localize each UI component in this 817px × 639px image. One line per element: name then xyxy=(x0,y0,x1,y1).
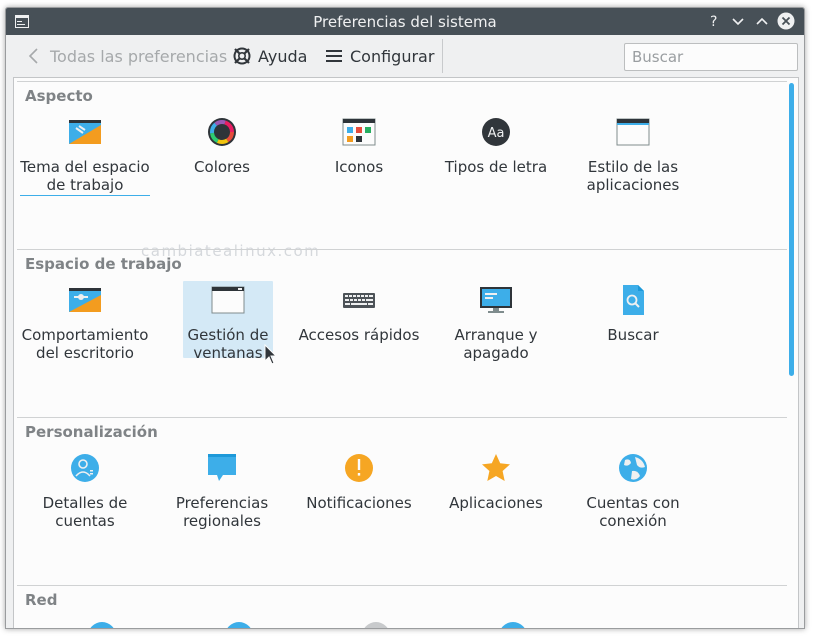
settings-item-label: Estilo de las aplicaciones xyxy=(586,158,680,194)
colors-icon xyxy=(208,118,236,146)
online-accounts-icon xyxy=(619,454,647,482)
close-icon[interactable] xyxy=(777,12,795,30)
settings-item-label: Aplicaciones xyxy=(449,494,543,512)
window-title: Preferencias del sistema xyxy=(313,13,497,31)
applications-star-icon xyxy=(482,454,510,481)
settings-item-label: Tema del espacio de trabajo xyxy=(20,158,150,196)
icons-icon xyxy=(342,118,376,146)
search-settings-icon xyxy=(623,285,644,315)
svg-text:?: ? xyxy=(710,14,717,30)
settings-categories-view[interactable]: cambiatealinux.com Aspecto Tema del espa… xyxy=(13,77,799,629)
settings-item-applications[interactable]: Aplicaciones xyxy=(428,451,564,512)
settings-item-label: Comportamiento del escritorio xyxy=(21,326,149,362)
settings-item-label: Detalles de cuentas xyxy=(42,494,128,530)
help-button[interactable]: Ayuda xyxy=(232,45,307,67)
search-input[interactable] xyxy=(624,43,798,71)
settings-item-search[interactable]: Buscar xyxy=(565,283,701,344)
svg-text:Aa: Aa xyxy=(488,126,505,141)
network-item-icon[interactable] xyxy=(359,619,393,629)
keyboard-shortcuts-icon xyxy=(343,293,375,308)
back-button-label: Todas las preferencias xyxy=(50,46,228,66)
window-management-icon xyxy=(211,286,245,314)
settings-item-label: Cuentas con conexión xyxy=(586,494,680,530)
settings-item-startup-shutdown[interactable]: Arranque y apagado xyxy=(428,283,564,362)
network-item-icon[interactable] xyxy=(85,619,119,629)
toolbar: Todas las preferencias Ayuda Configurar xyxy=(6,35,804,77)
system-settings-window: Preferencias del sistema ? Todas las pre… xyxy=(5,7,805,629)
help-button-label: Ayuda xyxy=(258,46,308,66)
settings-item-regional-settings[interactable]: Preferencias regionales xyxy=(154,451,290,530)
application-style-icon xyxy=(616,118,650,146)
settings-item-online-accounts[interactable]: Cuentas con conexión xyxy=(565,451,701,530)
minimize-icon[interactable] xyxy=(729,12,747,30)
vertical-scrollbar[interactable] xyxy=(784,78,798,628)
notifications-icon xyxy=(345,454,373,482)
back-button[interactable]: Todas las preferencias xyxy=(24,45,227,67)
hamburger-menu-icon xyxy=(326,50,342,62)
section-title: Personalización xyxy=(25,423,158,441)
settings-item-notifications[interactable]: Notificaciones xyxy=(291,451,427,512)
section-title: Aspecto xyxy=(25,87,93,105)
desktop-behavior-icon xyxy=(69,288,101,312)
section-aspecto: Aspecto Tema del espacio de trabajo Colo… xyxy=(17,81,787,248)
settings-item-desktop-behavior[interactable]: Comportamiento del escritorio xyxy=(17,283,153,362)
settings-item-label: Arranque y apagado xyxy=(454,326,538,362)
settings-item-colors[interactable]: Colores xyxy=(154,115,290,176)
settings-item-workspace-theme[interactable]: Tema del espacio de trabajo xyxy=(17,115,153,196)
startup-shutdown-icon xyxy=(480,287,512,313)
settings-item-window-management[interactable]: Gestión de ventanas xyxy=(183,281,273,362)
mouse-cursor-icon xyxy=(264,344,278,365)
settings-item-label: Colores xyxy=(194,158,250,176)
settings-item-fonts[interactable]: Aa Tipos de letra xyxy=(428,115,564,176)
toolbar-separator xyxy=(442,39,443,73)
network-item-icon[interactable] xyxy=(222,619,256,629)
configure-button[interactable]: Configurar xyxy=(324,45,434,67)
network-item-icon[interactable] xyxy=(496,619,530,629)
regional-settings-icon xyxy=(208,454,236,481)
settings-item-label: Iconos xyxy=(334,158,384,176)
maximize-icon[interactable] xyxy=(753,12,771,30)
section-red: Red xyxy=(17,585,787,629)
help-icon[interactable]: ? xyxy=(705,12,723,30)
account-details-icon xyxy=(71,454,99,482)
fonts-icon: Aa xyxy=(482,118,510,146)
settings-item-label: Accesos rápidos xyxy=(298,326,420,344)
settings-item-account-details[interactable]: Detalles de cuentas xyxy=(17,451,153,530)
settings-item-label: Buscar xyxy=(607,326,659,344)
section-espacio-de-trabajo: Espacio de trabajo Comportamiento del es… xyxy=(17,249,787,416)
section-personalizacion: Personalización Detalles de cuentas Pref… xyxy=(17,417,787,584)
chevron-left-icon xyxy=(28,48,38,64)
scrollbar-thumb[interactable] xyxy=(789,83,794,376)
settings-item-shortcuts[interactable]: Accesos rápidos xyxy=(291,283,427,344)
settings-item-label: Gestión de ventanas xyxy=(187,326,269,362)
settings-item-label: Notificaciones xyxy=(306,494,412,512)
title-bar[interactable]: Preferencias del sistema ? xyxy=(6,8,804,35)
settings-item-label: Preferencias regionales xyxy=(175,494,269,530)
settings-item-application-style[interactable]: Estilo de las aplicaciones xyxy=(565,115,701,194)
lifebuoy-icon xyxy=(233,47,251,65)
configure-button-label: Configurar xyxy=(350,46,435,66)
section-title: Espacio de trabajo xyxy=(25,255,182,273)
settings-item-label: Tipos de letra xyxy=(444,158,548,176)
settings-item-icons[interactable]: Iconos xyxy=(291,115,427,176)
section-title: Red xyxy=(25,591,58,609)
workspace-theme-icon xyxy=(69,120,101,144)
